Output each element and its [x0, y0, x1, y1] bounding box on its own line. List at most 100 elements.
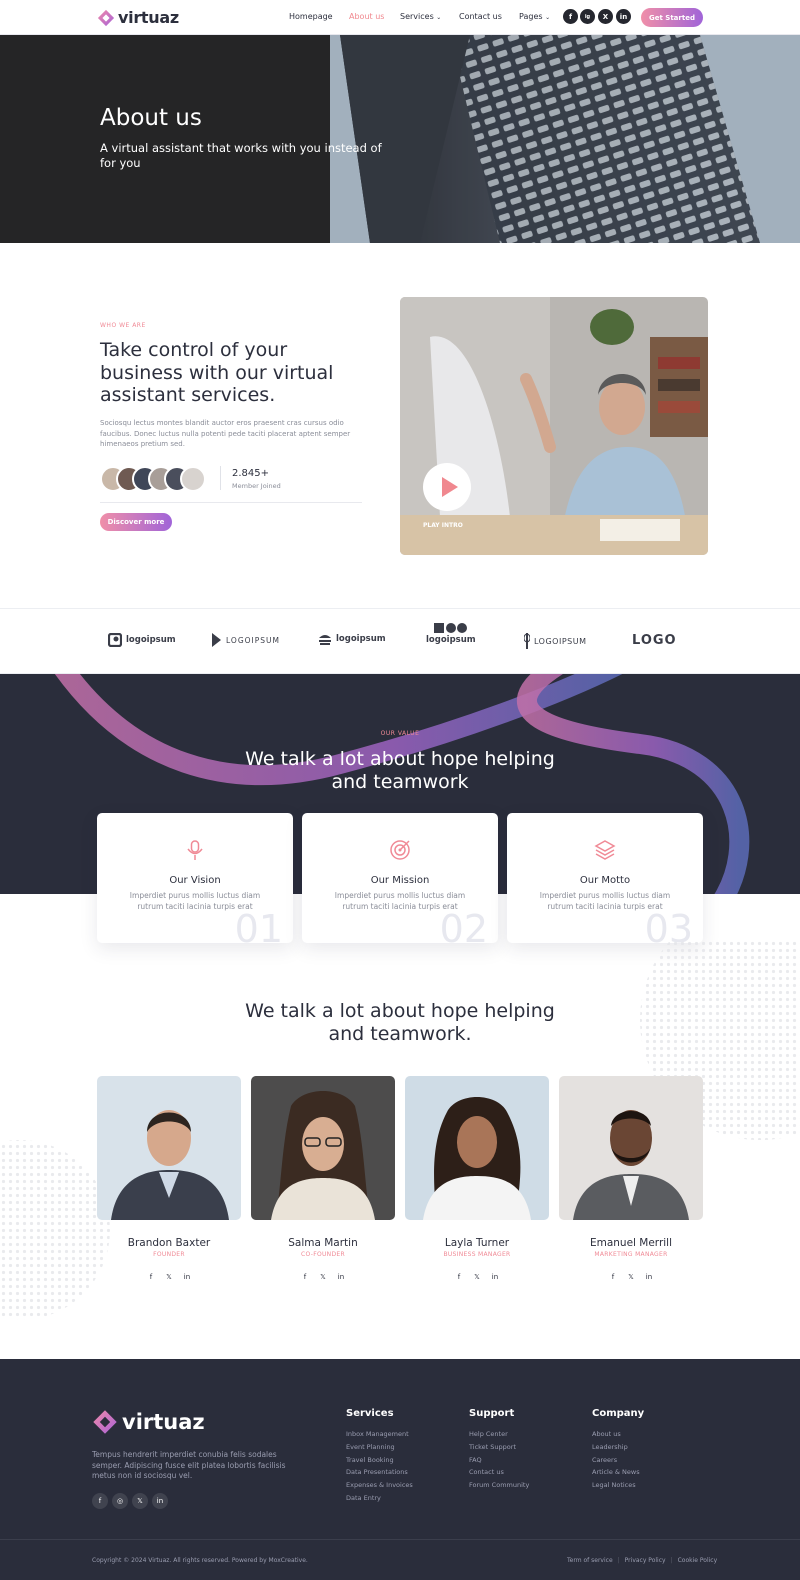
separator: |: [617, 1557, 620, 1564]
linkedin-icon[interactable]: in: [489, 1271, 501, 1283]
cookie-link[interactable]: Cookie Policy: [678, 1557, 718, 1564]
chevron-down-icon: ⌄: [436, 14, 442, 21]
avatar-stack: [100, 466, 206, 492]
value-card-vision: Our Vision Imperdiet purus mollis luctus…: [97, 813, 293, 943]
about-heading: Take control of your business with our v…: [100, 339, 334, 406]
hero-subtitle: A virtual assistant that works with you …: [100, 141, 382, 170]
about-eyebrow: WHO WE ARE: [100, 322, 146, 329]
member-name: Salma Martin: [288, 1237, 358, 1249]
x-twitter-icon[interactable]: 𝕏: [317, 1271, 329, 1283]
nav-homepage[interactable]: Homepage: [289, 12, 333, 21]
intro-video[interactable]: PLAY INTRO: [400, 297, 708, 555]
footer-link[interactable]: Legal Notices: [592, 1479, 644, 1492]
client-logos-bar: logoipsum LOGOIPSUM logoipsum logoipsum …: [0, 608, 800, 674]
member-social-links: f 𝕏in: [251, 1271, 395, 1283]
play-intro-label: PLAY INTRO: [423, 522, 463, 529]
footer-link[interactable]: Contact us: [469, 1466, 529, 1479]
footer-link[interactable]: Data Entry: [346, 1492, 413, 1505]
x-twitter-icon[interactable]: 𝕏: [132, 1493, 148, 1509]
client-logo: LOGO: [632, 633, 677, 648]
client-logo-text: LOGOIPSUM: [226, 635, 280, 645]
instagram-icon[interactable]: ig: [580, 9, 595, 24]
linkedin-icon[interactable]: in: [616, 9, 631, 24]
team-photo: [405, 1076, 549, 1220]
client-logo: LOGOIPSUM: [212, 633, 280, 647]
member-social-links: f 𝕏in: [405, 1271, 549, 1283]
card-title: Our Motto: [579, 875, 631, 886]
card-number: 02: [439, 907, 488, 943]
footer-link[interactable]: Expenses & Invoices: [346, 1479, 413, 1492]
footer-column-title: Services: [346, 1408, 394, 1419]
facebook-icon[interactable]: f: [145, 1271, 157, 1283]
member-role: CO-FOUNDER: [301, 1251, 345, 1258]
logo-mark-icon: [108, 633, 122, 647]
card-title: Our Mission: [370, 875, 430, 886]
nav-contact-us[interactable]: Contact us: [459, 12, 502, 21]
nav-pages-label: Pages: [519, 12, 543, 21]
footer-divider: [0, 1539, 800, 1540]
copyright-text: Copyright © 2024 Virtuaz. All rights res…: [92, 1557, 308, 1564]
get-started-button[interactable]: Get Started: [641, 8, 703, 27]
portrait-image: [97, 1076, 241, 1220]
terms-link[interactable]: Term of service: [567, 1557, 613, 1564]
x-twitter-icon[interactable]: 𝕏: [625, 1271, 637, 1283]
play-button[interactable]: [423, 463, 471, 511]
footer-link[interactable]: Data Presentations: [346, 1466, 413, 1479]
facebook-icon[interactable]: f: [92, 1493, 108, 1509]
brand-logo[interactable]: virtuaz: [97, 8, 179, 27]
x-twitter-icon[interactable]: 𝕏: [163, 1271, 175, 1283]
client-logo: logoipsum: [108, 633, 176, 647]
client-logo-text: logoipsum: [126, 635, 176, 645]
x-twitter-icon[interactable]: X: [598, 9, 613, 24]
site-header: virtuaz Homepage About us Services ⌄ Con…: [0, 0, 800, 35]
site-footer: virtuaz Tempus hendrerit imperdiet conub…: [0, 1359, 800, 1580]
linkedin-icon[interactable]: in: [335, 1271, 347, 1283]
footer-link[interactable]: Article & News: [592, 1466, 644, 1479]
member-role: BUSINESS MANAGER: [443, 1251, 511, 1258]
footer-link[interactable]: Forum Community: [469, 1479, 529, 1492]
footer-logo[interactable]: virtuaz: [92, 1409, 205, 1435]
privacy-link[interactable]: Privacy Policy: [625, 1557, 666, 1564]
footer-link[interactable]: Help Center: [469, 1428, 529, 1441]
client-logo-text: logoipsum: [336, 634, 386, 644]
linkedin-icon[interactable]: in: [643, 1271, 655, 1283]
about-text: Sociosqu lectus montes blandit auctor er…: [100, 419, 351, 448]
discover-more-button[interactable]: Discover more: [100, 513, 172, 531]
hero-banner: About us A virtual assistant that works …: [0, 35, 800, 243]
footer-brand-name: virtuaz: [122, 1410, 205, 1434]
footer-column-company: Company About us Leadership Careers Arti…: [592, 1408, 644, 1492]
nav-about-us[interactable]: About us: [349, 12, 384, 21]
footer-column-title: Support: [469, 1408, 515, 1419]
footer-column-title: Company: [592, 1408, 645, 1419]
footer-link[interactable]: Inbox Management: [346, 1428, 413, 1441]
footer-link[interactable]: Careers: [592, 1454, 644, 1467]
instagram-icon[interactable]: ◎: [112, 1493, 128, 1509]
target-icon: [390, 840, 410, 860]
play-icon: [441, 477, 458, 497]
facebook-icon[interactable]: f: [607, 1271, 619, 1283]
card-title: Our Vision: [169, 875, 221, 886]
facebook-icon[interactable]: f: [299, 1271, 311, 1283]
footer-social-links: f ◎ 𝕏 in: [92, 1493, 168, 1509]
member-name: Layla Turner: [444, 1237, 510, 1249]
brand-name: virtuaz: [118, 8, 179, 27]
nav-pages[interactable]: Pages ⌄: [519, 12, 550, 21]
facebook-icon[interactable]: f: [563, 9, 578, 24]
nav-services[interactable]: Services ⌄: [400, 12, 441, 21]
facebook-icon[interactable]: f: [453, 1271, 465, 1283]
linkedin-icon[interactable]: in: [181, 1271, 193, 1283]
footer-link[interactable]: Travel Booking: [346, 1454, 413, 1467]
legal-links: Term of service | Privacy Policy | Cooki…: [567, 1557, 717, 1564]
x-twitter-icon[interactable]: 𝕏: [471, 1271, 483, 1283]
client-logo: logoipsum: [318, 633, 386, 645]
footer-link[interactable]: About us: [592, 1428, 644, 1441]
footer-link[interactable]: FAQ: [469, 1454, 529, 1467]
hero-title: About us: [100, 105, 202, 131]
video-thumbnail-image: [400, 297, 708, 555]
card-number: 01: [234, 907, 283, 943]
footer-link[interactable]: Leadership: [592, 1441, 644, 1454]
divider: [100, 502, 362, 503]
footer-link[interactable]: Ticket Support: [469, 1441, 529, 1454]
linkedin-icon[interactable]: in: [152, 1493, 168, 1509]
footer-link[interactable]: Event Planning: [346, 1441, 413, 1454]
